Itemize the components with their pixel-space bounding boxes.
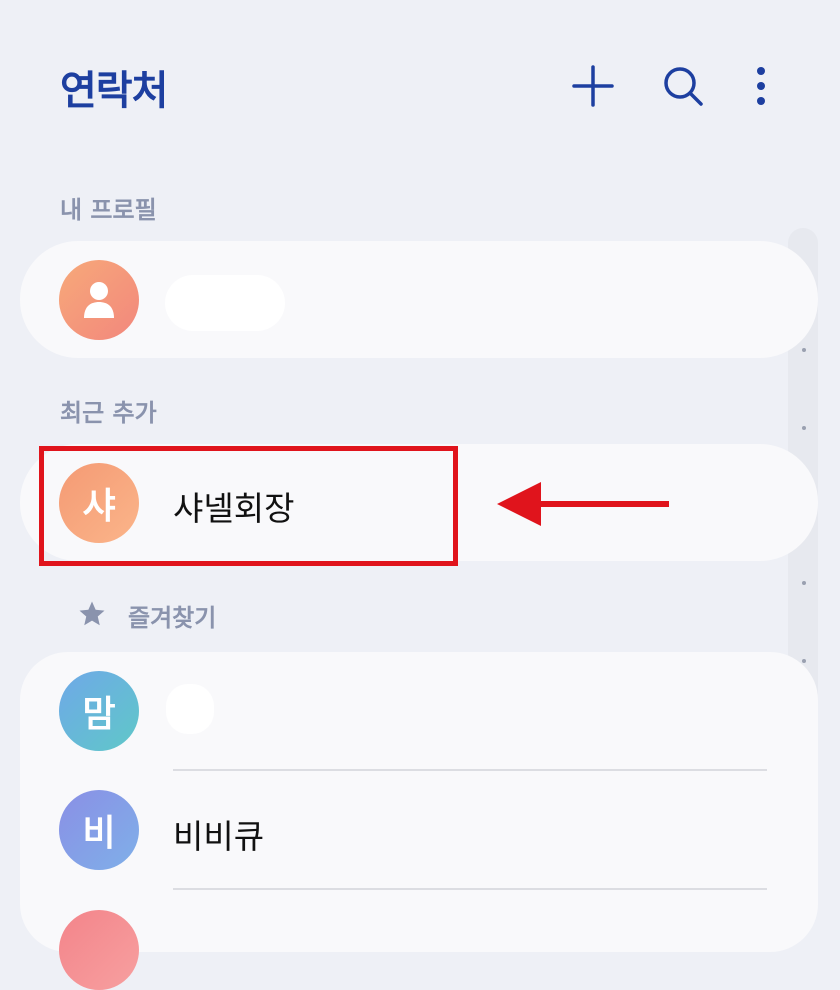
section-label-favorites: 즐겨찾기 — [128, 604, 217, 632]
section-label-recently-added: 최근 추가 — [60, 399, 157, 427]
list-item[interactable]: 비 비비큐 — [20, 772, 788, 890]
avatar: 비 — [59, 790, 139, 870]
favorites-card: 맘 비 비비큐 — [20, 652, 818, 990]
avatar — [59, 910, 139, 990]
redacted-name — [165, 275, 285, 331]
section-label-my-profile: 내 프로필 — [60, 196, 157, 224]
list-item[interactable]: 맘 — [20, 652, 788, 770]
divider — [173, 769, 767, 771]
page-title: 연락처 — [60, 68, 168, 114]
scroll-index-dot[interactable] — [802, 348, 806, 352]
contact-name: 비비큐 — [173, 817, 265, 856]
more-options-button[interactable] — [731, 56, 791, 116]
avatar-initial: 비 — [82, 813, 116, 854]
my-profile-card[interactable] — [20, 241, 818, 358]
more-vertical-icon — [757, 67, 765, 105]
star-icon — [79, 601, 105, 626]
search-button[interactable] — [653, 56, 713, 116]
plus-icon — [572, 65, 614, 107]
add-contact-button[interactable] — [563, 56, 623, 116]
avatar-initial: 맘 — [82, 694, 116, 735]
scroll-index-dot[interactable] — [802, 581, 806, 585]
divider — [173, 888, 767, 890]
avatar — [59, 260, 139, 340]
avatar: 맘 — [59, 671, 139, 751]
search-icon — [664, 67, 703, 106]
scroll-index-dot[interactable] — [802, 659, 806, 663]
scroll-index-dot[interactable] — [802, 426, 806, 430]
highlight-box — [39, 446, 458, 566]
arrow-left-icon — [497, 482, 669, 526]
person-icon — [84, 282, 114, 318]
redacted-name — [166, 684, 214, 734]
